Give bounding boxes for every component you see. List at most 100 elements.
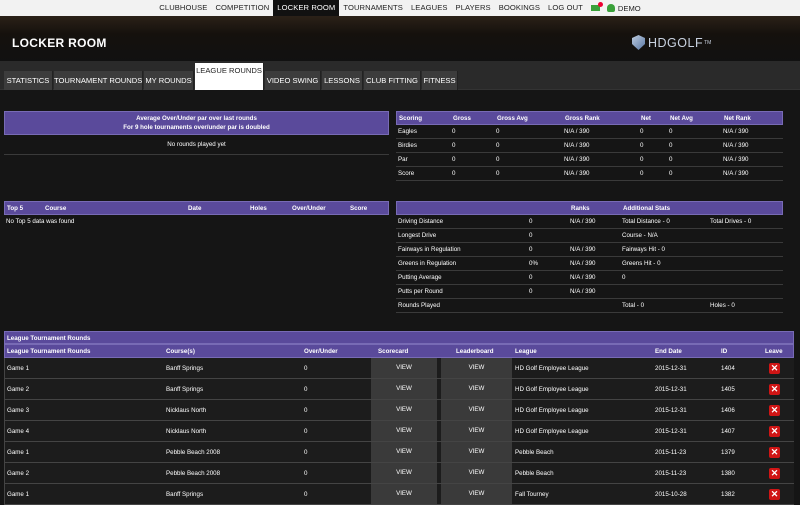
course-name: Nicklaus North (166, 428, 207, 435)
scoring-cell: 0 (669, 142, 673, 149)
user-menu[interactable]: DEMO (603, 0, 645, 16)
course-name: Nicklaus North (166, 407, 207, 414)
leaderboard-view-button[interactable]: VIEW (441, 442, 512, 462)
top5-message: No Top 5 data was found (6, 218, 75, 225)
user-name: DEMO (617, 3, 641, 13)
mail-icon[interactable] (590, 2, 603, 11)
nav-players[interactable]: PLAYERS (452, 0, 495, 16)
scoring-cell: N/A / 390 (564, 142, 590, 149)
leave-delete-icon[interactable]: ✕ (769, 468, 780, 479)
leave-delete-icon[interactable]: ✕ (769, 363, 780, 374)
scoring-row: Birdies 0 0 N/A / 390 0 0 N/A / 390 (396, 139, 783, 153)
leaderboard-view-button[interactable]: VIEW (441, 484, 512, 504)
over-under-header: Average Over/Under par over last rounds … (4, 111, 389, 135)
league-round-row: Game 4 Nicklaus North 0 VIEW VIEW HD Golf Emp… (5, 421, 794, 442)
top5-panel: Top 5 Course Date Holes Over/Under Score… (4, 201, 389, 228)
over-under-value: 0 (304, 470, 308, 477)
scoring-cell: N/A / 390 (723, 128, 749, 135)
tab-video-swing[interactable]: VIDEO SWING (265, 71, 321, 90)
scoring-cell: 0 (452, 156, 456, 163)
scoring-cell: Birdies (398, 142, 417, 149)
league-col-header: League (515, 348, 537, 355)
scorecard-view-button[interactable]: VIEW (371, 400, 437, 420)
leave-col-header: Leave (765, 348, 783, 355)
nav-locker-room[interactable]: LOCKER ROOM (273, 0, 340, 16)
leaderboard-view-button[interactable]: VIEW (441, 400, 512, 420)
end-date: 2015-12-31 (655, 386, 687, 393)
net-avg-col-header: Net Avg (670, 115, 693, 122)
leave-delete-icon[interactable]: ✕ (769, 426, 780, 437)
stats-cell: Putts per Round (398, 288, 443, 295)
shield-logo-icon (632, 35, 645, 50)
league-id: 1404 (721, 365, 735, 372)
scorecard-view-button[interactable]: VIEW (371, 484, 437, 504)
leaderboard-view-button[interactable]: VIEW (441, 421, 512, 441)
nav-bookings[interactable]: BOOKINGS (495, 0, 544, 16)
gross-col-header: Gross (453, 115, 471, 122)
over-under-title: Average Over/Under par over last rounds (136, 115, 257, 122)
round-name: Game 2 (7, 386, 30, 393)
over-under-note: For 9 hole tournaments over/under par is… (123, 124, 270, 131)
league-round-row: Game 1 Pebble Beach 2008 0 VIEW VIEW Pebble B… (5, 442, 794, 463)
course-name: Banff Springs (166, 491, 204, 498)
tab-league-rounds[interactable]: LEAGUE ROUNDS (195, 63, 264, 91)
tab-my-rounds[interactable]: MY ROUNDS (144, 71, 194, 90)
logo-text: HDGOLF (648, 35, 704, 50)
stats-row: Putting Average 0 N/A / 390 0 (396, 271, 783, 285)
date-col-header: Date (188, 205, 202, 212)
course-name: Pebble Beach 2008 (166, 449, 221, 456)
over-under-value: 0 (304, 407, 308, 414)
scorecard-view-button[interactable]: VIEW (371, 358, 437, 378)
courses-col-header: Course(s) (166, 348, 195, 355)
scoring-cell: 0 (640, 156, 644, 163)
id-col-header: ID (721, 348, 728, 355)
over-under-value: 0 (304, 365, 308, 372)
league-name: HD Golf Employee League (515, 428, 589, 435)
scorecard-col-header: Scorecard (378, 348, 409, 355)
nav-clubhouse[interactable]: CLUBHOUSE (155, 0, 211, 16)
net-col-header: Net (641, 115, 651, 122)
leave-delete-icon[interactable]: ✕ (769, 447, 780, 458)
leaderboard-view-button[interactable]: VIEW (441, 379, 512, 399)
league-header-row: League Tournament Rounds Course(s) Over/… (4, 344, 794, 358)
over-under-value: 0 (304, 491, 308, 498)
stats-row: Greens in Regulation 0% N/A / 390 Greens Hi… (396, 257, 783, 271)
stats-cell: Total - 0 (622, 302, 645, 309)
leave-delete-icon[interactable]: ✕ (769, 405, 780, 416)
scorecard-view-button[interactable]: VIEW (371, 421, 437, 441)
leave-delete-icon[interactable]: ✕ (769, 384, 780, 395)
tab-bar: STATISTICS TOURNAMENT ROUNDS MY ROUNDS L… (0, 61, 800, 91)
tab-fitness[interactable]: FITNESS (422, 71, 458, 90)
scorecard-view-button[interactable]: VIEW (371, 379, 437, 399)
scoring-cell: 0 (496, 128, 500, 135)
scoring-header-row: Scoring Gross Gross Avg Gross Rank Net N… (396, 111, 783, 125)
tab-tournament-rounds[interactable]: TOURNAMENT ROUNDS (54, 71, 143, 90)
logo-trademark: TM (704, 39, 712, 46)
leaderboard-view-button[interactable]: VIEW (441, 463, 512, 483)
ou-col-header: Over/Under (304, 348, 338, 355)
scorecard-view-button[interactable]: VIEW (371, 442, 437, 462)
over-under-panel: Average Over/Under par over last rounds … (4, 111, 389, 155)
scoring-cell: 0 (452, 142, 456, 149)
stats-cell: Holes - 0 (710, 302, 735, 309)
round-name: Game 3 (7, 407, 30, 414)
nav-log-out[interactable]: LOG OUT (544, 0, 587, 16)
tab-statistics[interactable]: STATISTICS (4, 71, 53, 90)
leave-delete-icon[interactable]: ✕ (769, 489, 780, 500)
scoring-panel: Scoring Gross Gross Avg Gross Rank Net N… (396, 111, 783, 181)
leaderboard-view-button[interactable]: VIEW (441, 358, 512, 378)
scorecard-view-button[interactable]: VIEW (371, 463, 437, 483)
notification-badge (597, 2, 603, 7)
league-round-row: Game 1 Banff Springs 0 VIEW VIEW Fall Tourney… (5, 484, 794, 505)
nav-competition[interactable]: COMPETITION (211, 0, 273, 16)
nav-leagues[interactable]: LEAGUES (407, 0, 452, 16)
tab-lessons[interactable]: LESSONS (322, 71, 363, 90)
tab-club-fitting[interactable]: CLUB FITTING (364, 71, 421, 90)
stats-cell: 0 (622, 274, 626, 281)
leaderboard-col-header: Leaderboard (456, 348, 494, 355)
round-name: Game 1 (7, 491, 30, 498)
nav-tournaments[interactable]: TOURNAMENTS (339, 0, 407, 16)
over-under-message: No rounds played yet (4, 135, 389, 155)
stats-cell: Fairways in Regulation (398, 246, 461, 253)
scoring-row: Eagles 0 0 N/A / 390 0 0 N/A / 390 (396, 125, 783, 139)
